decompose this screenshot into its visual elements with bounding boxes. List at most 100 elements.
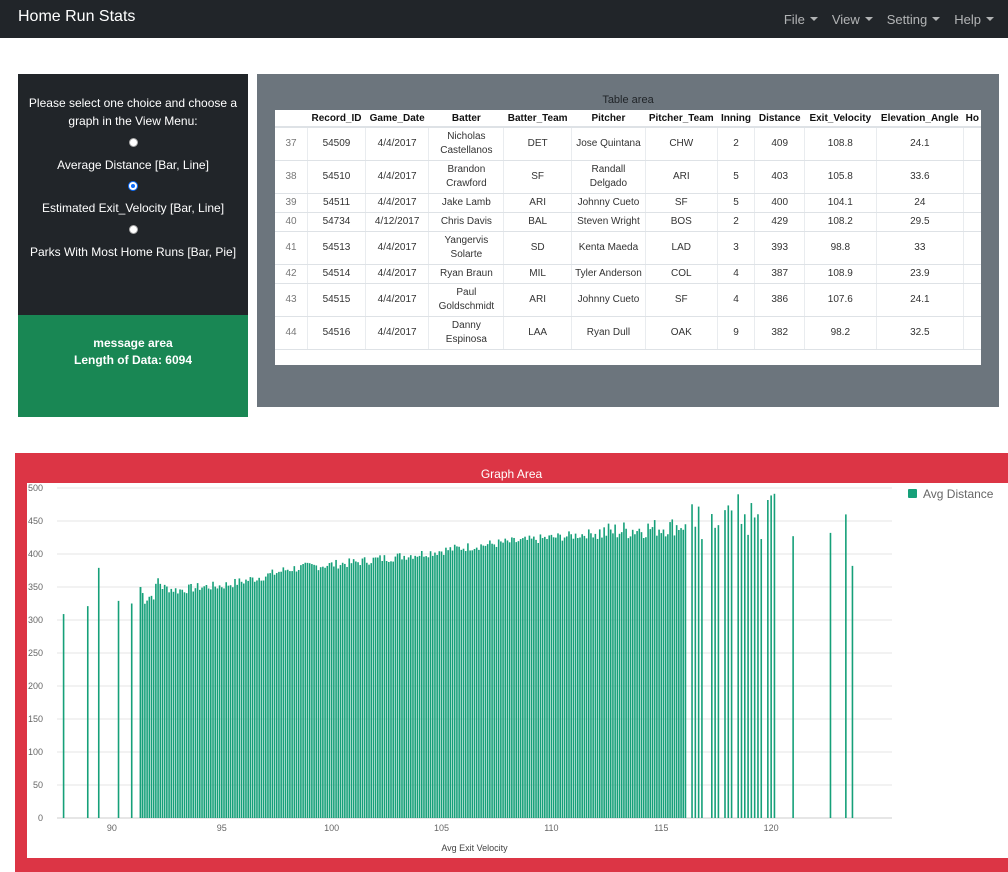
column-header[interactable]: Batter_Team	[503, 110, 572, 128]
y-tick-label: 350	[28, 582, 43, 592]
bar	[517, 541, 520, 818]
column-header[interactable]: Pitcher	[571, 110, 646, 128]
column-header[interactable]: Batter	[428, 110, 504, 128]
choice-panel: Please select one choice and choose a gr…	[18, 74, 248, 315]
bar	[284, 570, 287, 818]
radio-parks[interactable]	[128, 225, 138, 234]
column-header[interactable]: Game_Date	[365, 110, 429, 128]
table-cell: 4/12/2017	[364, 212, 429, 232]
column-header[interactable]: Record_ID	[307, 110, 366, 128]
radio-average-distance[interactable]	[128, 138, 138, 147]
table-cell: 54734	[307, 212, 366, 232]
x-tick-label: 95	[217, 823, 227, 833]
bar	[177, 593, 179, 818]
table-cell: 393	[754, 231, 805, 265]
menu-bar: File View Setting Help	[784, 0, 1008, 38]
table-cell: ARI	[644, 160, 718, 194]
legend-label: Avg Distance	[923, 487, 994, 501]
bar	[363, 557, 366, 818]
table-row[interactable]: 43 54515 4/4/2017 Paul Goldschmidt ARI Johnny…	[275, 283, 981, 317]
table-row[interactable]: 40 54734 4/12/2017 Chris Davis BAL Steven Wri…	[275, 212, 981, 232]
navbar: Home Run Stats File View Setting Help	[0, 0, 1008, 38]
bar	[642, 538, 645, 818]
menu-help[interactable]: Help	[954, 12, 994, 27]
bar	[267, 573, 269, 818]
bar	[559, 534, 561, 818]
bar	[486, 544, 489, 818]
bar	[275, 573, 278, 818]
bar	[576, 538, 579, 818]
bar	[368, 564, 370, 818]
bar	[469, 550, 471, 818]
bar	[394, 556, 397, 818]
bar	[596, 538, 599, 818]
table-cell: SF	[644, 283, 718, 317]
bar	[767, 499, 769, 818]
bar	[513, 537, 515, 818]
bar	[711, 514, 713, 818]
radio-exit-velocity[interactable]	[129, 182, 137, 190]
data-table-scroll[interactable]: Record_ID Game_Date Batter Batter_Team Pitch…	[275, 110, 981, 365]
bar	[185, 593, 188, 818]
table-row[interactable]: 37 54509 4/4/2017 Nicholas Castellanos DET Jo…	[275, 127, 981, 161]
column-header[interactable]: Distance	[754, 110, 805, 128]
bar	[484, 545, 487, 818]
bar	[401, 559, 403, 818]
bar	[493, 544, 496, 818]
bar	[500, 541, 502, 818]
table-cell	[963, 316, 981, 350]
table-cell: 40	[275, 212, 308, 232]
bar	[396, 553, 399, 818]
table-cell: 4/4/2017	[364, 283, 429, 317]
bar	[697, 506, 700, 818]
table-cell: SD	[503, 231, 572, 265]
bar	[572, 538, 575, 818]
bar	[201, 587, 203, 818]
bar	[251, 577, 254, 818]
bar	[163, 584, 166, 818]
column-header[interactable]: Exit_Velocity	[804, 110, 877, 128]
table-row[interactable]: 44 54516 4/4/2017 Danny Espinosa LAA Ryan Dul…	[275, 316, 981, 350]
bar	[491, 543, 493, 818]
table-cell: 33.6	[875, 160, 964, 194]
bar	[256, 580, 258, 818]
table-row[interactable]: 42 54514 4/4/2017 Ryan Braun MIL Tyler Anders…	[275, 264, 981, 284]
column-header[interactable]: Ho	[963, 110, 981, 128]
bar	[495, 546, 498, 818]
menu-file[interactable]: File	[784, 12, 818, 27]
menu-view[interactable]: View	[832, 12, 873, 27]
bar	[210, 589, 212, 818]
column-header[interactable]: Elevation_Angle	[876, 110, 964, 128]
bar	[429, 551, 432, 818]
bar	[546, 539, 548, 818]
choice-label-exit-velocity: Estimated Exit_Velocity [Bar, Line]	[41, 201, 225, 215]
bar	[289, 571, 291, 818]
column-header[interactable]: Pitcher_Team	[645, 110, 718, 128]
menu-setting[interactable]: Setting	[887, 12, 941, 27]
bar	[471, 550, 474, 818]
menu-file-label: File	[783, 11, 805, 27]
bar	[464, 551, 467, 818]
bar	[537, 543, 540, 818]
y-tick-label: 400	[28, 549, 43, 559]
bar	[449, 547, 452, 818]
bar	[851, 565, 854, 818]
bar	[181, 589, 184, 818]
bar-chart: 0 50 100 150 200 250 300 350 400 450 500 90 95 100 105…	[28, 483, 994, 853]
bar	[645, 537, 647, 818]
bar	[117, 600, 120, 818]
table-row[interactable]: 41 54513 4/4/2017 Yangervis Solarte SD Kenta …	[275, 231, 981, 265]
app-title[interactable]: Home Run Stats	[18, 8, 135, 26]
table-row[interactable]: 39 54511 4/4/2017 Jake Lamb ARI Johnny Cueto S…	[275, 193, 981, 213]
bar	[629, 536, 632, 818]
column-header[interactable]	[275, 110, 308, 128]
table-row[interactable]: 38 54510 4/4/2017 Brandon Crawford SF Randall…	[275, 160, 981, 194]
bar	[581, 534, 583, 818]
bar	[714, 527, 716, 818]
table-header-row: Record_ID Game_Date Batter Batter_Team Pitch…	[275, 110, 981, 128]
bar	[544, 536, 546, 818]
column-header[interactable]: Inning	[717, 110, 755, 128]
bar	[174, 588, 177, 818]
y-tick-label: 150	[28, 714, 43, 724]
bar	[504, 538, 507, 818]
